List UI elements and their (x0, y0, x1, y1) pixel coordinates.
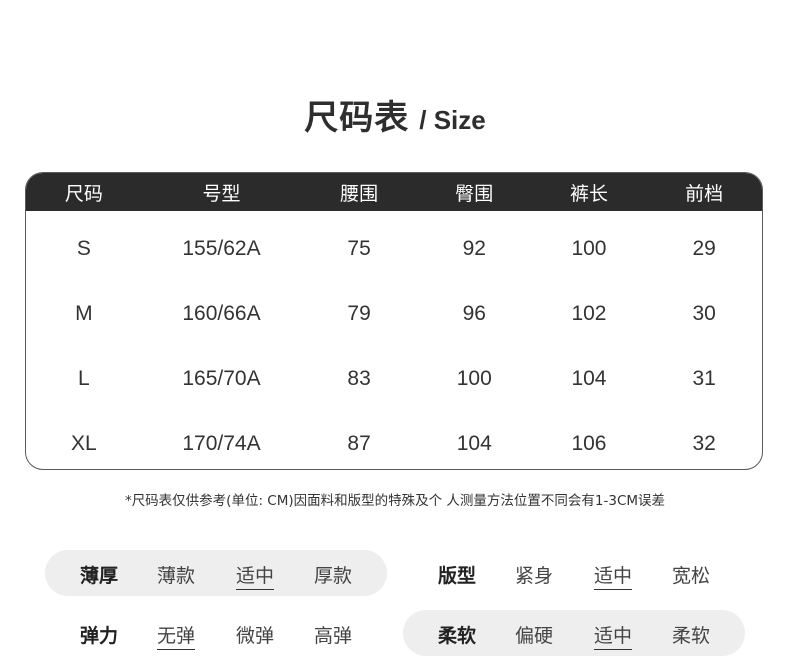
table-cell: 32 (692, 431, 716, 455)
size-note: *尺码表仅供参考(单位: CM)因面料和版型的特殊及个 人测量方法位置不同会有1… (124, 493, 666, 509)
table-cell: M (75, 301, 93, 325)
table-cell: 102 (571, 301, 607, 325)
table-header: 尺码 号型 腰围 臀围 裤长 前档 (26, 173, 762, 211)
table-cell: S (76, 236, 91, 260)
table-cell: 165/70A (182, 366, 261, 390)
thickness-option[interactable]: 薄款 (157, 561, 195, 588)
header-hip: 臀围 (455, 182, 494, 205)
elasticity-option-selected[interactable]: 无弹 (157, 621, 196, 650)
elasticity-option[interactable]: 高弹 (314, 621, 352, 648)
header-waist: 腰围 (340, 182, 379, 205)
table-cell: 29 (692, 236, 716, 260)
page-title: 尺码表 / Size (0, 90, 790, 139)
elasticity-option[interactable]: 微弹 (236, 621, 274, 648)
header-front-rise: 前档 (685, 182, 724, 205)
table-cell: 96 (462, 301, 486, 325)
table-cell: 31 (692, 366, 716, 390)
table-cell: 104 (456, 431, 492, 455)
size-table: 尺码 号型 腰围 臀围 裤长 前档 S 155/62A 75 92 100 29… (25, 172, 763, 470)
table-cell: 155/62A (182, 236, 261, 260)
table-cell: L (78, 366, 90, 390)
fit-label: 版型 (438, 565, 477, 587)
softness-option[interactable]: 偏硬 (515, 621, 553, 648)
header-length: 裤长 (569, 182, 608, 205)
table-cell: 79 (347, 301, 371, 325)
table-cell: 92 (462, 236, 486, 260)
softness-option[interactable]: 柔软 (672, 621, 710, 648)
table-row: XL 170/74A 87 104 106 32 (26, 411, 762, 469)
table-cell: 104 (571, 366, 607, 390)
header-model: 号型 (202, 182, 241, 205)
softness-label: 柔软 (438, 625, 477, 647)
fit-option[interactable]: 紧身 (515, 561, 553, 588)
table-cell: 87 (347, 431, 371, 455)
table-cell: 75 (347, 236, 371, 260)
softness-option-selected[interactable]: 适中 (594, 621, 633, 650)
fit-option[interactable]: 宽松 (672, 561, 710, 588)
elasticity-label: 弹力 (80, 625, 119, 647)
table-cell: XL (71, 431, 97, 455)
thickness-label: 薄厚 (80, 565, 119, 587)
title-en: / Size (419, 105, 486, 135)
table-row: M 160/66A 79 96 102 30 (26, 281, 762, 346)
table-cell: 30 (692, 301, 716, 325)
table-cell: 100 (456, 366, 492, 390)
table-row: L 165/70A 83 100 104 31 (26, 346, 762, 411)
table-cell: 100 (571, 236, 607, 260)
table-row: S 155/62A 75 92 100 29 (26, 216, 762, 281)
header-size: 尺码 (64, 182, 103, 205)
fit-option-selected[interactable]: 适中 (594, 561, 633, 590)
table-cell: 170/74A (182, 431, 261, 455)
thickness-option[interactable]: 厚款 (314, 561, 352, 588)
title-cn: 尺码表 (304, 98, 410, 138)
table-cell: 83 (347, 366, 371, 390)
table-cell: 106 (571, 431, 607, 455)
thickness-option-selected[interactable]: 适中 (236, 561, 275, 590)
table-cell: 160/66A (182, 301, 261, 325)
